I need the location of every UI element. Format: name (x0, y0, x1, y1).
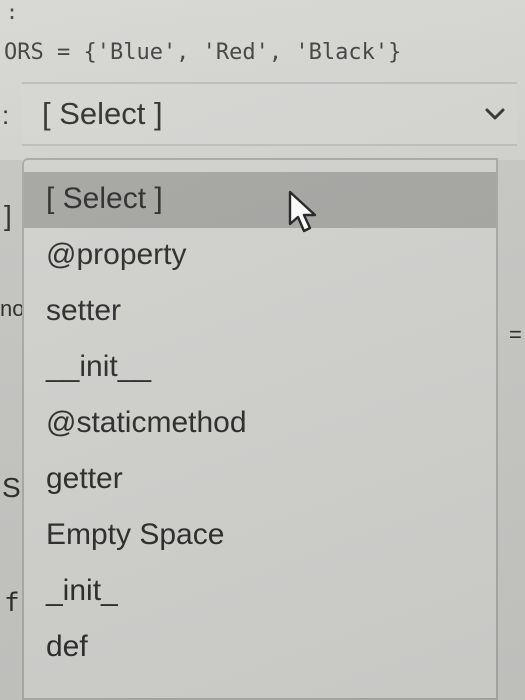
left-snippet-no: no (0, 296, 25, 321)
dropdown-option-setter[interactable]: setter (24, 284, 496, 340)
left-snippet-bracket: ] (4, 200, 12, 231)
select-current-value: [ Select ] (42, 96, 163, 131)
right-snippet-equals: = (509, 322, 522, 347)
left-snippet-f: f (4, 588, 20, 618)
chevron-down-icon[interactable] (481, 100, 509, 128)
dropdown-menu: [ Select ] @property setter __init__ @st… (22, 158, 498, 700)
right-editor-strip (498, 160, 525, 700)
dropdown-option-dunder-init[interactable]: __init__ (24, 340, 496, 396)
dropdown-option-def[interactable]: def (24, 620, 496, 676)
left-snippet-s: S (2, 472, 21, 503)
dropdown-option-select[interactable]: [ Select ] (24, 172, 496, 228)
select-dropdown[interactable]: [ Select ] (22, 82, 517, 146)
dropdown-option-init[interactable]: _init_ (24, 564, 496, 620)
code-fragment-top: : (6, 0, 19, 24)
mouse-pointer-icon (288, 190, 317, 233)
left-editor-strip (0, 160, 22, 700)
dropdown-option-getter[interactable]: getter (24, 452, 496, 508)
dropdown-option-staticmethod[interactable]: @staticmethod (24, 396, 496, 452)
dropdown-option-empty-space[interactable]: Empty Space (24, 508, 496, 564)
dropdown-option-property[interactable]: @property (24, 228, 496, 284)
code-colors-line: ORS = {'Blue', 'Red', 'Black'} (4, 40, 402, 65)
left-snippet-colon: : (2, 100, 10, 130)
